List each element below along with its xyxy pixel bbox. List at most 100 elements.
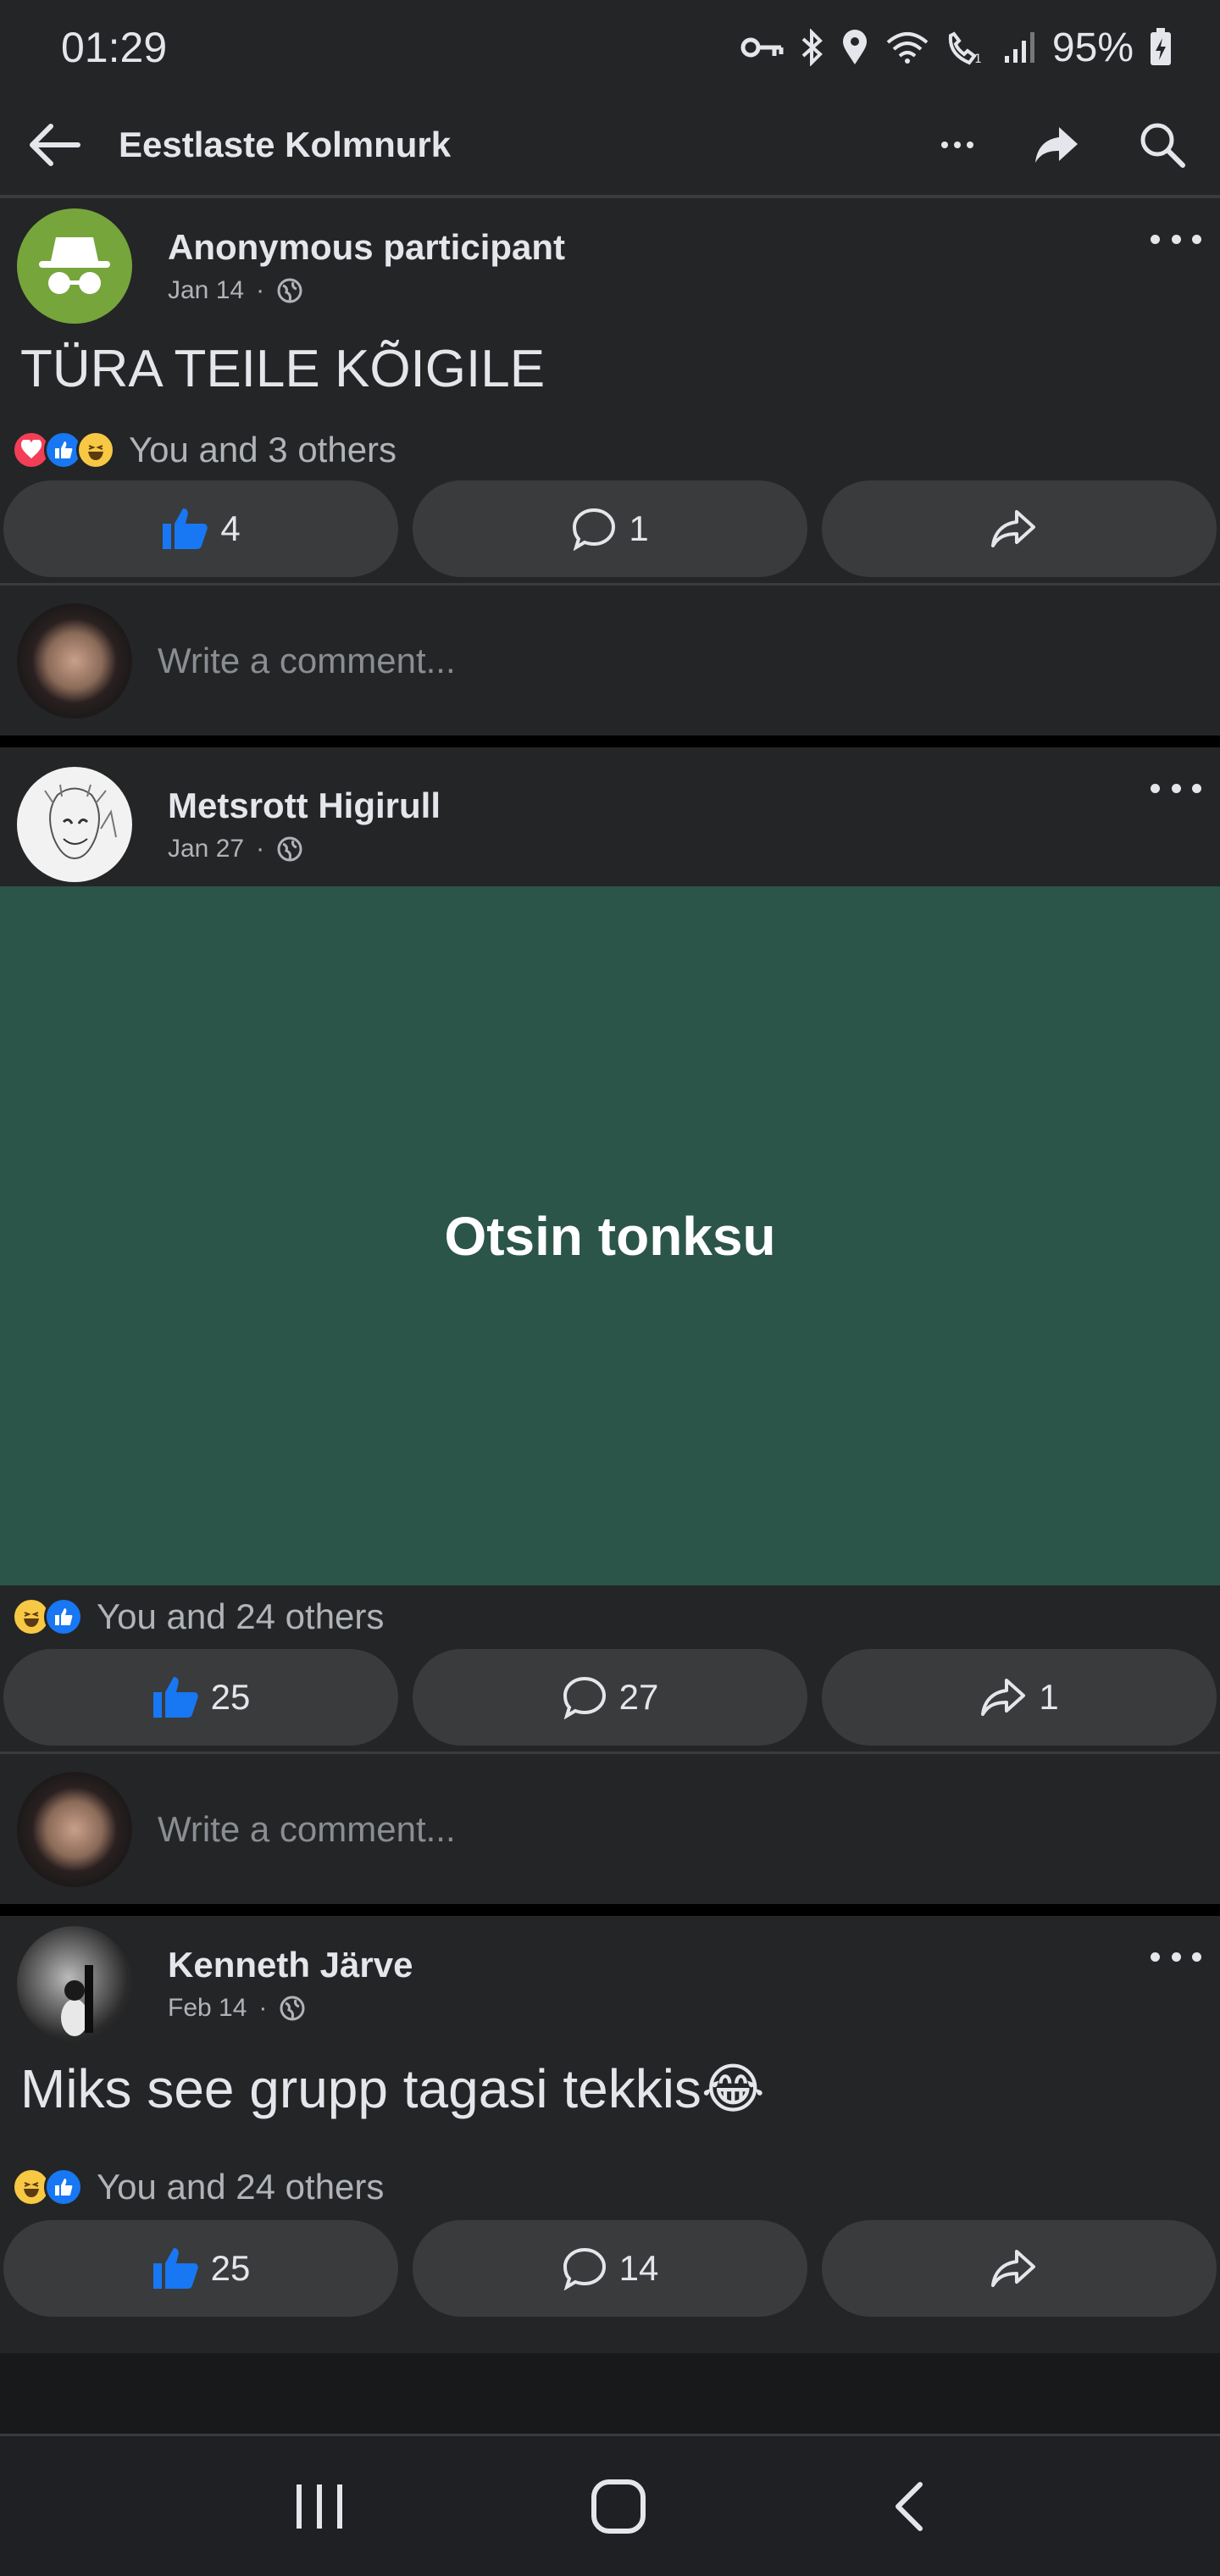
post-author[interactable]: Metsrott Higirull [168,786,441,826]
haha-reaction-icon [76,430,115,469]
comment-icon [563,1676,606,1719]
post-separator [0,1904,1220,1916]
feed-post: Kenneth Järve Feb 14 · Miks see grupp ta… [0,1916,1220,2353]
post-date[interactable]: Jan 14 [168,276,244,305]
back-icon[interactable] [888,2479,930,2534]
post-date[interactable]: Jan 27 [168,835,244,863]
reactions-summary[interactable]: You and 3 others [0,420,1220,480]
comment-button[interactable]: 1 [413,480,807,577]
like-count: 25 [210,2248,251,2288]
thumbs-up-icon [163,508,208,549]
sketch-avatar-icon [44,784,117,860]
reactions-text: You and 24 others [97,2167,385,2207]
battery-percentage: 95% [1051,25,1134,70]
comment-input[interactable]: Write a comment... [158,641,456,681]
signal-icon [1004,32,1034,63]
avatar[interactable] [17,208,132,324]
post-author[interactable]: Anonymous participant [168,227,565,268]
post-meta: Jan 27 · [168,835,441,863]
comment-icon [563,2247,606,2290]
post-more-icon[interactable] [1151,222,1201,256]
like-button[interactable]: 25 [3,1649,398,1746]
post-separator [0,736,1220,747]
wifi-calling-icon: 1 [948,31,982,66]
svg-text:1: 1 [974,53,982,66]
like-button[interactable]: 25 [3,2220,398,2317]
status-time: 01:29 [61,24,168,71]
share-arrow-icon [991,510,1035,547]
post-text: Miks see grupp tagasi tekkis😂 [20,2058,765,2119]
comment-icon [573,508,616,551]
post-date[interactable]: Feb 14 [168,1994,247,2023]
globe-icon [280,1996,305,2021]
share-arrow-icon [981,1679,1026,1716]
more-options-icon[interactable] [940,140,974,150]
thumbs-up-icon [152,1677,198,1718]
post-text: Otsin tonksu [444,1205,776,1267]
battery-charging-icon [1151,28,1171,65]
globe-icon [277,836,302,862]
comment-count: 1 [629,508,649,548]
meta-dot: · [256,276,265,304]
thumbs-up-icon [152,2248,198,2289]
post-actions: 4 1 [0,480,1220,578]
user-avatar [17,1771,132,1887]
bluetooth-icon [801,29,823,66]
comment-button[interactable]: 14 [413,2220,807,2317]
like-reaction-icon [44,1597,83,1636]
share-count: 1 [1039,1677,1059,1717]
wifi-icon [886,32,929,64]
back-arrow-icon[interactable] [25,119,85,170]
reactions-text: You and 24 others [97,1596,385,1636]
system-navigation-bar [0,2434,1220,2576]
post-actions: 25 14 [0,2219,1220,2318]
share-button[interactable] [822,480,1217,577]
post-meta: Jan 14 · [168,276,565,305]
comment-count: 27 [618,1677,659,1717]
comment-input[interactable]: Write a comment... [158,1809,456,1850]
comment-composer[interactable]: Write a comment... [0,583,1220,736]
post-meta: Feb 14 · [168,1994,413,2023]
globe-icon [277,278,302,303]
post-header: Anonymous participant Jan 14 · [0,198,1220,324]
avatar[interactable] [17,767,132,882]
post-header: Metsrott Higirull Jan 27 · [0,747,1220,886]
reactions-text: You and 3 others [129,430,397,469]
vpn-key-icon [740,37,784,58]
reactions-summary[interactable]: You and 24 others [0,1585,1220,1648]
anonymous-icon [39,237,110,294]
group-header: Eestlaste Kolmnurk [0,95,1220,198]
share-button[interactable] [822,2220,1217,2317]
meta-dot: · [258,1994,268,2022]
post-header: Kenneth Järve Feb 14 · [0,1916,1220,2041]
comment-composer[interactable]: Write a comment... [0,1752,1220,1904]
post-author[interactable]: Kenneth Järve [168,1945,413,1985]
status-bar: 01:29 1 95% [0,0,1220,95]
post-more-icon[interactable] [1151,1940,1201,1974]
feed-post: Anonymous participant Jan 14 · TÜRA TEIL… [0,198,1220,736]
recent-apps-icon[interactable] [290,2481,349,2532]
comment-count: 14 [618,2248,659,2288]
home-icon[interactable] [589,2477,648,2536]
like-reaction-icon [44,2168,83,2207]
feed-post: Metsrott Higirull Jan 27 · Otsin tonksu … [0,747,1220,1904]
search-icon[interactable] [1139,121,1186,169]
like-count: 4 [220,508,241,548]
like-count: 25 [210,1677,251,1717]
post-actions: 25 27 1 [0,1648,1220,1746]
meta-dot: · [256,835,265,863]
reactions-summary[interactable]: You and 24 others [0,2155,1220,2219]
share-button[interactable]: 1 [822,1649,1217,1746]
share-arrow-icon [991,2250,1035,2287]
group-title: Eestlaste Kolmnurk [119,125,452,164]
like-button[interactable]: 4 [3,480,398,577]
comment-button[interactable]: 27 [413,1649,807,1746]
post-more-icon[interactable] [1151,771,1201,805]
post-text: TÜRA TEILE KÕIGILE [20,340,546,398]
user-avatar [17,602,132,719]
status-icons: 1 95% [740,25,1173,71]
text-post-background[interactable]: Otsin tonksu [0,886,1220,1585]
location-icon [842,30,867,64]
share-icon[interactable] [1034,124,1079,166]
avatar[interactable] [17,1926,132,2041]
